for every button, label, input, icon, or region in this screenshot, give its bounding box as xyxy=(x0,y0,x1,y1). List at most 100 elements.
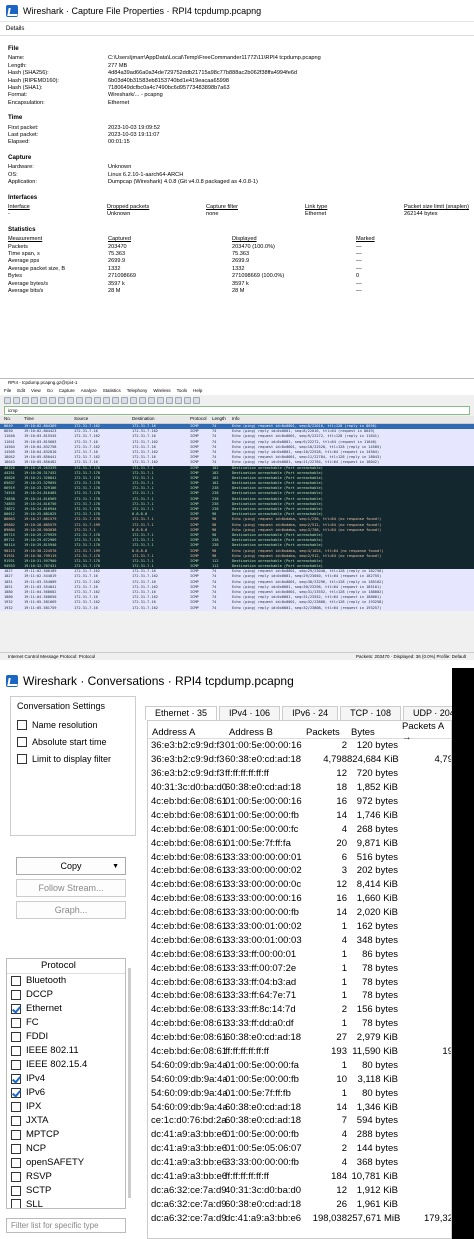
checkbox-icon[interactable] xyxy=(11,1073,21,1084)
table-row[interactable]: dc:a6:32:ce:7a:d9 60:38:e0:cd:ad:18 26 1,96… xyxy=(148,1197,451,1211)
toolbar-icon[interactable] xyxy=(103,396,110,404)
follow-stream-button[interactable]: Follow Stream... xyxy=(16,879,126,897)
protocol-item[interactable]: IEEE 802.11 xyxy=(7,1044,125,1058)
toolbar-icon[interactable] xyxy=(166,396,173,404)
table-row[interactable]: 54:60:09:db:9a:4a 01:00:5e:00:00:fa 1 80 by… xyxy=(148,1058,451,1072)
protocol-item[interactable]: Bluetooth xyxy=(7,974,125,988)
graph-button[interactable]: Graph... xyxy=(16,901,126,919)
checkbox-icon[interactable] xyxy=(11,1157,21,1168)
table-row[interactable]: 4c:eb:bd:6e:08:61 60:38:e0:cd:ad:18 27 2,97… xyxy=(148,1031,451,1045)
menu-item[interactable]: Telephony xyxy=(127,388,148,394)
toolbar-icon[interactable] xyxy=(139,396,146,404)
menu-item[interactable]: Tools xyxy=(177,388,188,394)
table-row[interactable]: ce:1c:d0:76:bd:2a 60:38:e0:cd:ad:18 7 594 b… xyxy=(148,1114,451,1128)
table-row[interactable]: 36:e3:b2:c9:9d:f3 ff:ff:ff:ff:ff:ff 12 720 … xyxy=(148,767,451,781)
checkbox-icon[interactable] xyxy=(11,1045,21,1056)
table-column-header[interactable]: Bytes xyxy=(347,727,398,738)
protocol-item[interactable]: FDDI xyxy=(7,1030,125,1044)
protocol-scrollbar[interactable] xyxy=(128,968,131,1198)
protocol-filter-input[interactable]: Filter list for specific type xyxy=(6,1218,126,1233)
table-row[interactable]: 4c:eb:bd:6e:08:61 33:33:00:00:00:16 16 1,66… xyxy=(148,892,451,906)
table-row[interactable]: 40:31:3c:d0:ba:d0 60:38:e0:cd:ad:18 18 1,85… xyxy=(148,781,451,795)
checkbox-icon[interactable] xyxy=(11,989,21,1000)
menu-item[interactable]: Go xyxy=(47,388,53,394)
menu-item[interactable]: Edit xyxy=(17,388,25,394)
packet-list[interactable]: 8649 19:10:02.804369 172.31.7.162 172.31.7.… xyxy=(0,424,474,611)
table-row[interactable]: 36:e3:b2:c9:9d:f3 60:38:e0:cd:ad:18 4,798 8… xyxy=(148,753,451,767)
table-row[interactable]: 4c:eb:bd:6e:08:61 01:00:5e:00:00:16 16 972 … xyxy=(148,795,451,809)
table-row[interactable]: 54:60:09:db:9a:4a 01:00:5e:7f:ff:fb 1 80 by… xyxy=(148,1086,451,1100)
toolbar-icon[interactable] xyxy=(121,396,128,404)
table-row[interactable]: 4c:eb:bd:6e:08:61 01:00:5e:00:00:fc 4 268 b… xyxy=(148,822,451,836)
packet-column-header[interactable]: Length xyxy=(212,416,232,423)
conversation-tab[interactable]: IPv6 · 24 xyxy=(282,706,339,720)
table-row[interactable]: dc:41:a9:a3:bb:e6 33:33:00:00:00:fb 4 368 b… xyxy=(148,1156,451,1170)
table-row[interactable]: dc:a6:32:ce:7a:d9 dc:41:a9:a3:bb:e6 198,03… xyxy=(148,1211,451,1225)
protocol-item[interactable]: SCTP xyxy=(7,1184,125,1198)
protocol-item[interactable]: openSAFETY xyxy=(7,1156,125,1170)
toolbar-icon[interactable] xyxy=(22,396,29,404)
packet-column-header[interactable]: Source xyxy=(74,416,132,423)
display-filter-input[interactable]: icmp xyxy=(4,406,470,415)
toolbar-icon[interactable] xyxy=(112,396,119,404)
toolbar-icon[interactable] xyxy=(31,396,38,404)
menu-item[interactable]: File xyxy=(4,388,11,394)
packet-row[interactable]: 1932 19:11:05.581759 172.31.7.16 172.31.7.1… xyxy=(0,605,474,611)
menu-item[interactable]: Wireless xyxy=(153,388,170,394)
checkbox-icon[interactable] xyxy=(11,1129,21,1140)
table-row[interactable]: 54:60:09:db:9a:4a 01:00:5e:00:00:fb 10 3,11… xyxy=(148,1072,451,1086)
setting-checkbox[interactable]: Absolute start time xyxy=(17,733,129,750)
conversation-tab[interactable]: IPv4 · 106 xyxy=(219,706,281,720)
protocol-item[interactable]: FC xyxy=(7,1016,125,1030)
setting-checkbox[interactable]: Name resolution xyxy=(17,716,129,733)
table-row[interactable]: 4c:eb:bd:6e:08:61 33:33:ff:dd:a0:df 1 78 by… xyxy=(148,1017,451,1031)
protocol-item[interactable]: IEEE 802.15.4 xyxy=(7,1058,125,1072)
protocol-item[interactable]: RSVP xyxy=(7,1170,125,1184)
table-row[interactable]: dc:a6:32:ce:7a:d9 40:31:3c:d0:ba:d0 12 1,91… xyxy=(148,1184,451,1198)
toolbar-icon[interactable] xyxy=(94,396,101,404)
table-column-header[interactable]: Address A xyxy=(148,727,225,738)
checkbox-icon[interactable] xyxy=(11,975,21,986)
table-row[interactable]: dc:41:a9:a3:bb:e6 01:00:5e:05:06:07 2 144 b… xyxy=(148,1142,451,1156)
table-column-header[interactable]: Packets A → xyxy=(398,721,451,743)
checkbox-icon[interactable] xyxy=(11,1143,21,1154)
checkbox-icon[interactable] xyxy=(11,1003,21,1014)
toolbar-icon[interactable] xyxy=(148,396,155,404)
toolbar-icon[interactable] xyxy=(85,396,92,404)
table-row[interactable]: 4c:eb:bd:6e:08:61 33:33:00:00:00:01 6 516 b… xyxy=(148,850,451,864)
conversation-tab[interactable]: Ethernet · 35 xyxy=(145,706,218,720)
checkbox-icon[interactable] xyxy=(11,1101,21,1112)
protocol-item[interactable]: SLL xyxy=(7,1198,125,1208)
protocol-item[interactable]: IPv6 xyxy=(7,1086,125,1100)
protocol-item[interactable]: IPX xyxy=(7,1100,125,1114)
copy-button[interactable]: Copy ▼ xyxy=(16,857,126,875)
checkbox-icon[interactable] xyxy=(17,736,27,747)
packet-column-header[interactable]: Destination xyxy=(132,416,190,423)
table-row[interactable]: 4c:eb:bd:6e:08:61 33:33:ff:04:b3:ad 1 78 by… xyxy=(148,975,451,989)
table-row[interactable]: 4c:eb:bd:6e:08:61 33:33:ff:8c:14:7d 2 156 b… xyxy=(148,1003,451,1017)
table-row[interactable]: 4c:eb:bd:6e:08:61 33:33:00:00:00:fb 14 2,02… xyxy=(148,906,451,920)
table-column-header[interactable]: Packets xyxy=(302,727,347,738)
checkbox-icon[interactable] xyxy=(11,1031,21,1042)
menu-item[interactable]: Statistics xyxy=(103,388,121,394)
toolbar-icon[interactable] xyxy=(193,396,200,404)
checkbox-icon[interactable] xyxy=(11,1017,21,1028)
checkbox-icon[interactable] xyxy=(11,1185,21,1196)
table-row[interactable]: dc:41:a9:a3:bb:e6 ff:ff:ff:ff:ff:ff 184 10,… xyxy=(148,1170,451,1184)
table-row[interactable]: 4c:eb:bd:6e:08:61 33:33:00:01:00:03 4 348 b… xyxy=(148,933,451,947)
toolbar-icon[interactable] xyxy=(184,396,191,404)
packet-column-header[interactable]: Info xyxy=(232,416,474,423)
table-row[interactable]: dc:41:a9:a3:bb:e6 01:00:5e:00:00:fb 4 288 b… xyxy=(148,1128,451,1142)
menu-item[interactable]: View xyxy=(31,388,41,394)
menu-item[interactable]: Help xyxy=(193,388,202,394)
table-row[interactable]: 4c:eb:bd:6e:08:61 33:33:00:00:00:02 3 202 b… xyxy=(148,864,451,878)
checkbox-icon[interactable] xyxy=(11,1115,21,1126)
protocol-item[interactable]: JXTA xyxy=(7,1114,125,1128)
menu-item[interactable]: Capture xyxy=(59,388,75,394)
setting-checkbox[interactable]: Limit to display filter xyxy=(17,750,129,767)
toolbar-icon[interactable] xyxy=(49,396,56,404)
protocol-item[interactable]: MPTCP xyxy=(7,1128,125,1142)
table-row[interactable]: 4c:eb:bd:6e:08:61 01:00:5e:7f:ff:fa 20 9,87… xyxy=(148,836,451,850)
protocol-item[interactable]: DCCP xyxy=(7,988,125,1002)
table-column-header[interactable]: Address B xyxy=(225,727,302,738)
